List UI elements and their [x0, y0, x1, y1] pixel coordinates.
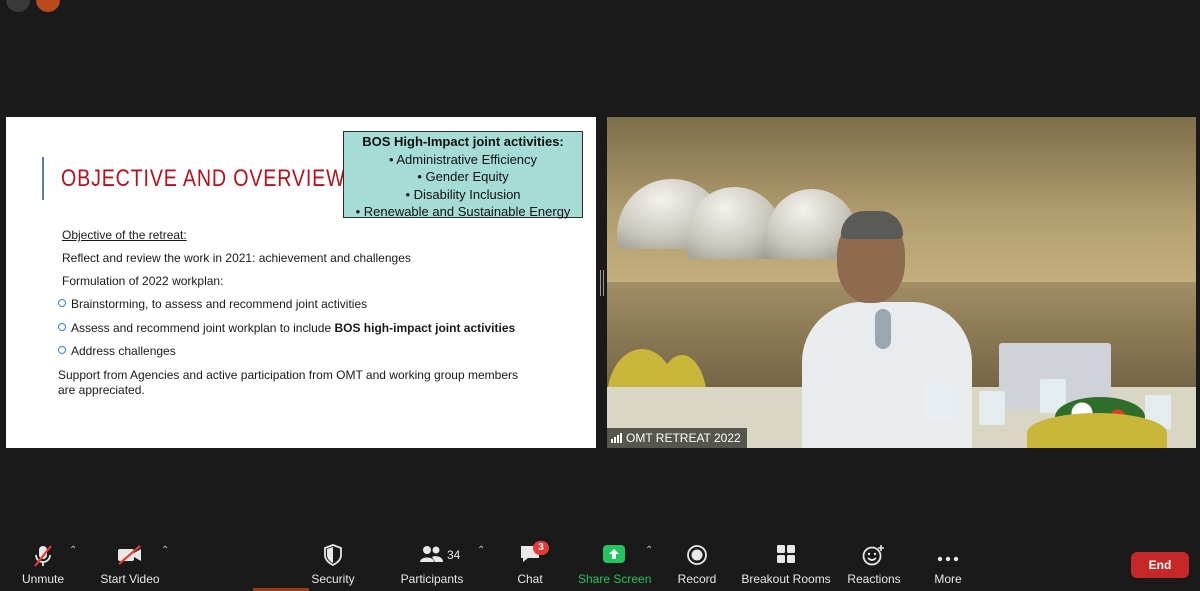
- top-bar: [0, 0, 1200, 12]
- bullet-ring-icon: [58, 299, 66, 307]
- participants-icon: [419, 544, 445, 567]
- record-icon: [686, 544, 708, 569]
- more-button[interactable]: More: [924, 533, 972, 591]
- water-glass: [925, 385, 951, 419]
- video-options-chevron-icon[interactable]: ⌃: [161, 545, 169, 556]
- bullet-item: Address challenges: [58, 344, 176, 358]
- start-video-button[interactable]: Start Video: [96, 533, 164, 591]
- breakout-rooms-icon: [776, 544, 796, 567]
- bullet-text: Brainstorming, to assess and recommend j…: [71, 297, 368, 311]
- breakout-rooms-button[interactable]: Breakout Rooms: [740, 533, 832, 591]
- security-label: Security: [311, 572, 355, 586]
- support-line: are appreciated.: [58, 383, 145, 397]
- chat-label: Chat: [517, 572, 543, 586]
- bullet-item: Brainstorming, to assess and recommend j…: [58, 297, 367, 311]
- bos-box-item: Gender Equity: [344, 168, 582, 186]
- chair: [1027, 413, 1167, 448]
- unmute-label: Unmute: [21, 572, 65, 586]
- bullet-bold-text: BOS high-impact joint activities: [334, 321, 516, 335]
- bos-box-title: BOS High-Impact joint activities:: [362, 134, 564, 149]
- share-screen-icon: [602, 544, 626, 567]
- share-screen-label: Share Screen: [578, 572, 652, 586]
- audio-options-chevron-icon[interactable]: ⌃: [69, 545, 77, 556]
- bullet-ring-icon: [58, 346, 66, 354]
- end-meeting-button[interactable]: End: [1131, 552, 1189, 578]
- start-video-label: Start Video: [100, 572, 160, 586]
- bullet-item: Assess and recommend joint workplan to i…: [58, 321, 515, 335]
- window-control[interactable]: [36, 0, 60, 12]
- camera-off-icon: [116, 544, 144, 569]
- bullet-ring-icon: [58, 323, 66, 331]
- more-dots-icon: [937, 551, 959, 565]
- shared-screen-slide: OBJECTIVE AND OVERVIEW BOS High-Impact j…: [6, 117, 596, 448]
- participants-options-chevron-icon[interactable]: ⌃: [477, 545, 485, 556]
- bullet-text: Assess and recommend joint workplan to i…: [71, 321, 335, 335]
- title-divider: [42, 157, 44, 200]
- water-glass: [979, 391, 1005, 425]
- signal-bars-icon: [611, 433, 622, 443]
- participant-name-label: OMT RETREAT 2022: [607, 428, 747, 448]
- shield-icon: [323, 544, 343, 569]
- window-control[interactable]: [6, 0, 30, 12]
- participant-video-tile[interactable]: OMT RETREAT 2022: [607, 117, 1196, 448]
- share-options-chevron-icon[interactable]: ⌃: [645, 545, 653, 556]
- reactions-label: Reactions: [847, 572, 901, 586]
- objective-heading: Objective of the retreat:: [62, 228, 187, 242]
- support-line: Support from Agencies and active partici…: [58, 368, 518, 382]
- bos-activities-box: BOS High-Impact joint activities: Admini…: [343, 131, 583, 221]
- record-label: Record: [677, 572, 717, 586]
- bullet-text: Address challenges: [71, 344, 176, 358]
- reactions-button[interactable]: Reactions: [844, 533, 904, 591]
- chat-button[interactable]: 3 Chat: [506, 533, 554, 591]
- participant-name: OMT RETREAT 2022: [626, 431, 741, 445]
- speaker-hair: [841, 211, 903, 239]
- more-label: More: [934, 572, 962, 586]
- view-splitter-handle[interactable]: [599, 270, 605, 296]
- breakout-rooms-label: Breakout Rooms: [741, 572, 831, 586]
- slide-title: OBJECTIVE AND OVERVIEW: [61, 165, 346, 192]
- bos-box-item: Renewable and Sustainable Energy: [344, 203, 582, 221]
- bos-box-item: Disability Inclusion: [344, 186, 582, 204]
- smiley-plus-icon: [862, 544, 886, 569]
- meeting-toolbar: Unmute ⌃ Start Video ⌃ Security 34 Parti…: [0, 533, 1200, 591]
- unmute-button[interactable]: Unmute: [10, 533, 76, 591]
- formulation-line: Formulation of 2022 workplan:: [62, 274, 224, 288]
- participants-button[interactable]: 34 Participants: [396, 533, 468, 591]
- security-button[interactable]: Security: [306, 533, 360, 591]
- chat-unread-badge: 3: [533, 541, 549, 555]
- participants-count: 34: [447, 548, 461, 562]
- bos-box-item: Administrative Efficiency: [344, 151, 582, 169]
- share-screen-button[interactable]: Share Screen: [578, 533, 652, 591]
- participants-label: Participants: [400, 572, 464, 586]
- microphone: [875, 309, 891, 349]
- microphone-muted-icon: [32, 544, 54, 571]
- record-button[interactable]: Record: [674, 533, 720, 591]
- reflect-line: Reflect and review the work in 2021: ach…: [62, 251, 411, 265]
